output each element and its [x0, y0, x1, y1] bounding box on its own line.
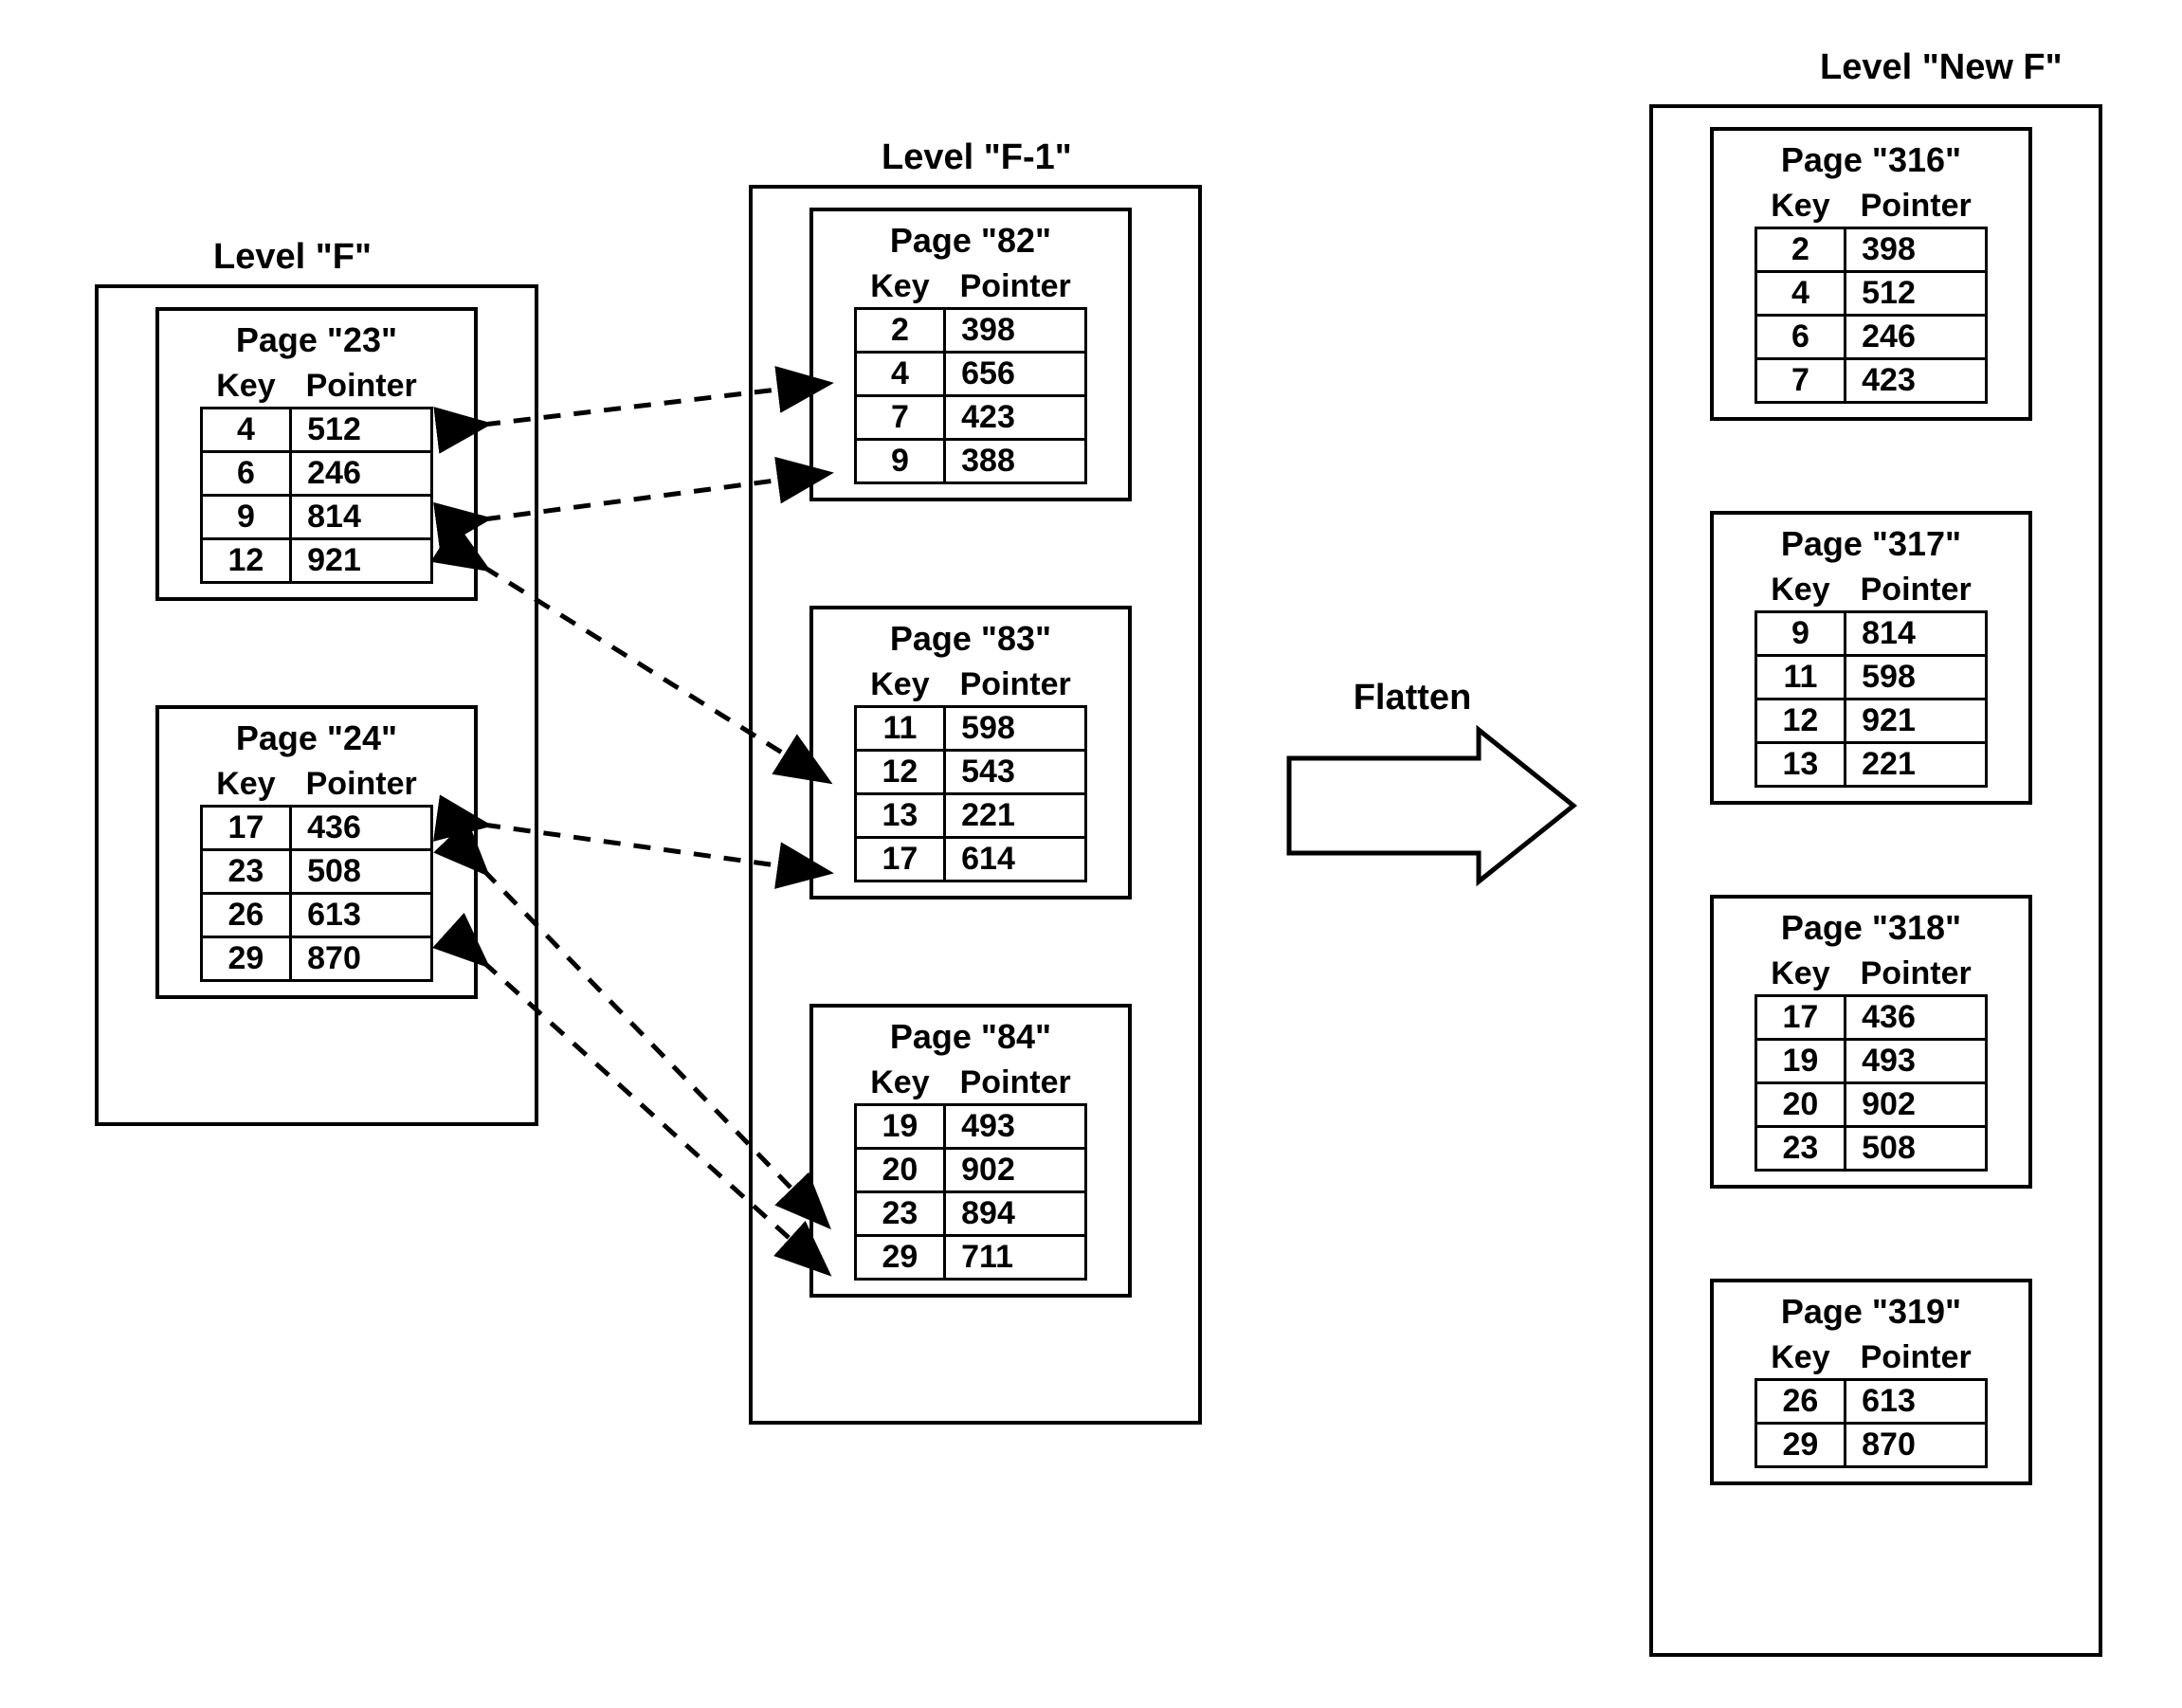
- page-317: Page "317" KeyPointer 9814 11598 12921 1…: [1710, 511, 2032, 805]
- page-83: Page "83" KeyPointer 11598 12543 13221 1…: [809, 606, 1132, 899]
- level-f-box: Page "23" KeyPointer 4512 6246 9814 1292…: [95, 284, 538, 1126]
- page-317-table: KeyPointer 9814 11598 12921 13221: [1755, 570, 1989, 788]
- table-row: 6246: [201, 452, 432, 496]
- table-row: 23508: [1755, 1127, 1987, 1171]
- level-new-f-box: Page "316" KeyPointer 2398 4512 6246 742…: [1649, 104, 2102, 1657]
- table-row: 9814: [201, 496, 432, 539]
- table-row: 29870: [201, 937, 432, 981]
- table-row: 6246: [1755, 316, 1987, 359]
- level-f-1-box: Page "82" KeyPointer 2398 4656 7423 9388…: [749, 185, 1202, 1425]
- table-row: 12543: [855, 751, 1086, 794]
- table-row: 19493: [1755, 1040, 1987, 1083]
- table-row: 7423: [855, 396, 1086, 440]
- page-23: Page "23" KeyPointer 4512 6246 9814 1292…: [155, 307, 478, 601]
- table-row: 26613: [201, 894, 432, 937]
- level-f-1-label: Level "F-1": [882, 137, 1072, 178]
- table-row: 26613: [1755, 1380, 1987, 1424]
- page-318-table: KeyPointer 17436 19493 20902 23508: [1755, 954, 1989, 1172]
- table-row: 17436: [201, 807, 432, 850]
- page-319: Page "319" KeyPointer 26613 29870: [1710, 1279, 2032, 1485]
- table-row: 9814: [1755, 612, 1987, 656]
- table-row: 13221: [1755, 743, 1987, 787]
- page-83-title: Page "83": [823, 619, 1118, 659]
- page-23-title: Page "23": [169, 320, 464, 360]
- table-row: 20902: [855, 1149, 1086, 1192]
- table-row: 17436: [1755, 996, 1987, 1040]
- table-row: 4512: [1755, 272, 1987, 316]
- table-row: 23508: [201, 850, 432, 894]
- page-316: Page "316" KeyPointer 2398 4512 6246 742…: [1710, 127, 2032, 421]
- page-82-title: Page "82": [823, 221, 1118, 261]
- pointer-header: Pointer: [291, 366, 432, 409]
- table-row: 17614: [855, 838, 1086, 881]
- page-24: Page "24" KeyPointer 17436 23508 26613 2…: [155, 705, 478, 999]
- table-row: 2398: [1755, 228, 1987, 272]
- table-row: 19493: [855, 1105, 1086, 1149]
- key-header: Key: [201, 366, 290, 409]
- table-row: 4512: [201, 409, 432, 452]
- page-84-table: KeyPointer 19493 20902 23894 29711: [854, 1063, 1088, 1281]
- page-84-title: Page "84": [823, 1017, 1118, 1057]
- level-f-label: Level "F": [213, 237, 372, 278]
- page-318-title: Page "318": [1723, 908, 2019, 948]
- page-23-table: KeyPointer 4512 6246 9814 12921: [200, 366, 434, 584]
- page-316-table: KeyPointer 2398 4512 6246 7423: [1755, 186, 1989, 404]
- table-row: 13221: [855, 794, 1086, 838]
- table-row: 2398: [855, 309, 1086, 353]
- page-82: Page "82" KeyPointer 2398 4656 7423 9388: [809, 208, 1132, 501]
- table-row: 4656: [855, 353, 1086, 396]
- flatten-arrow-icon: [1289, 730, 1573, 881]
- level-new-f-label: Level "New F": [1820, 47, 2063, 88]
- table-row: 11598: [855, 707, 1086, 751]
- page-84: Page "84" KeyPointer 19493 20902 23894 2…: [809, 1004, 1132, 1298]
- page-319-title: Page "319": [1723, 1292, 2019, 1332]
- table-row: 11598: [1755, 656, 1987, 700]
- table-row: 12921: [201, 539, 432, 583]
- table-row: 7423: [1755, 359, 1987, 403]
- table-row: 23894: [855, 1192, 1086, 1236]
- table-row: 29870: [1755, 1424, 1987, 1467]
- page-24-title: Page "24": [169, 718, 464, 758]
- page-24-table: KeyPointer 17436 23508 26613 29870: [200, 764, 434, 982]
- table-row: 20902: [1755, 1083, 1987, 1127]
- page-82-table: KeyPointer 2398 4656 7423 9388: [854, 266, 1088, 484]
- table-row: 9388: [855, 440, 1086, 483]
- page-318: Page "318" KeyPointer 17436 19493 20902 …: [1710, 895, 2032, 1189]
- page-319-table: KeyPointer 26613 29870: [1755, 1337, 1989, 1468]
- table-row: 12921: [1755, 700, 1987, 743]
- page-316-title: Page "316": [1723, 140, 2019, 180]
- page-317-title: Page "317": [1723, 524, 2019, 564]
- table-row: 29711: [855, 1236, 1086, 1280]
- flatten-label: Flatten: [1327, 678, 1498, 718]
- page-83-table: KeyPointer 11598 12543 13221 17614: [854, 664, 1088, 882]
